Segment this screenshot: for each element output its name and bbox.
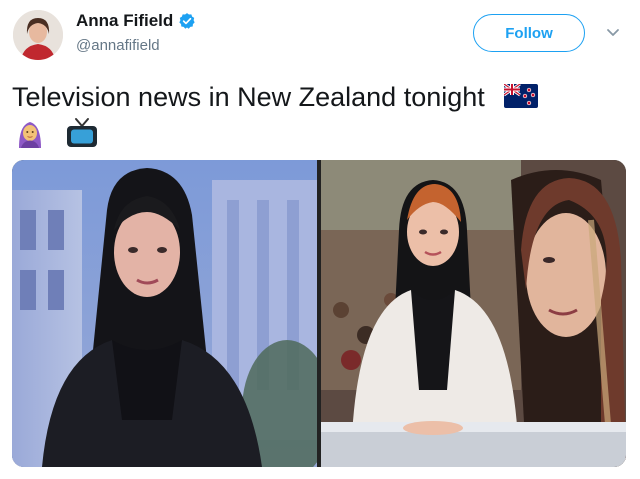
new-zealand-flag-icon <box>503 81 539 117</box>
tweet-text: Television news in New Zealand tonight <box>12 79 632 117</box>
tweet-media[interactable] <box>12 160 626 467</box>
television-icon <box>64 117 100 154</box>
verified-badge-icon <box>178 12 196 30</box>
author-name[interactable]: Anna Fifield <box>76 11 173 31</box>
person-with-headscarf-icon <box>14 117 46 154</box>
avatar[interactable] <box>13 10 63 60</box>
media-image-right[interactable] <box>321 160 626 467</box>
emoji-row <box>14 117 100 154</box>
follow-button[interactable]: Follow <box>473 14 585 52</box>
author-name-row[interactable]: Anna Fifield <box>76 11 196 31</box>
chevron-down-icon[interactable] <box>605 24 621 40</box>
avatar-image <box>13 10 63 60</box>
media-image-left[interactable] <box>12 160 332 467</box>
author-handle[interactable]: @annafifield <box>76 37 160 54</box>
tweet-text-body: Television news in New Zealand tonight <box>12 82 485 112</box>
